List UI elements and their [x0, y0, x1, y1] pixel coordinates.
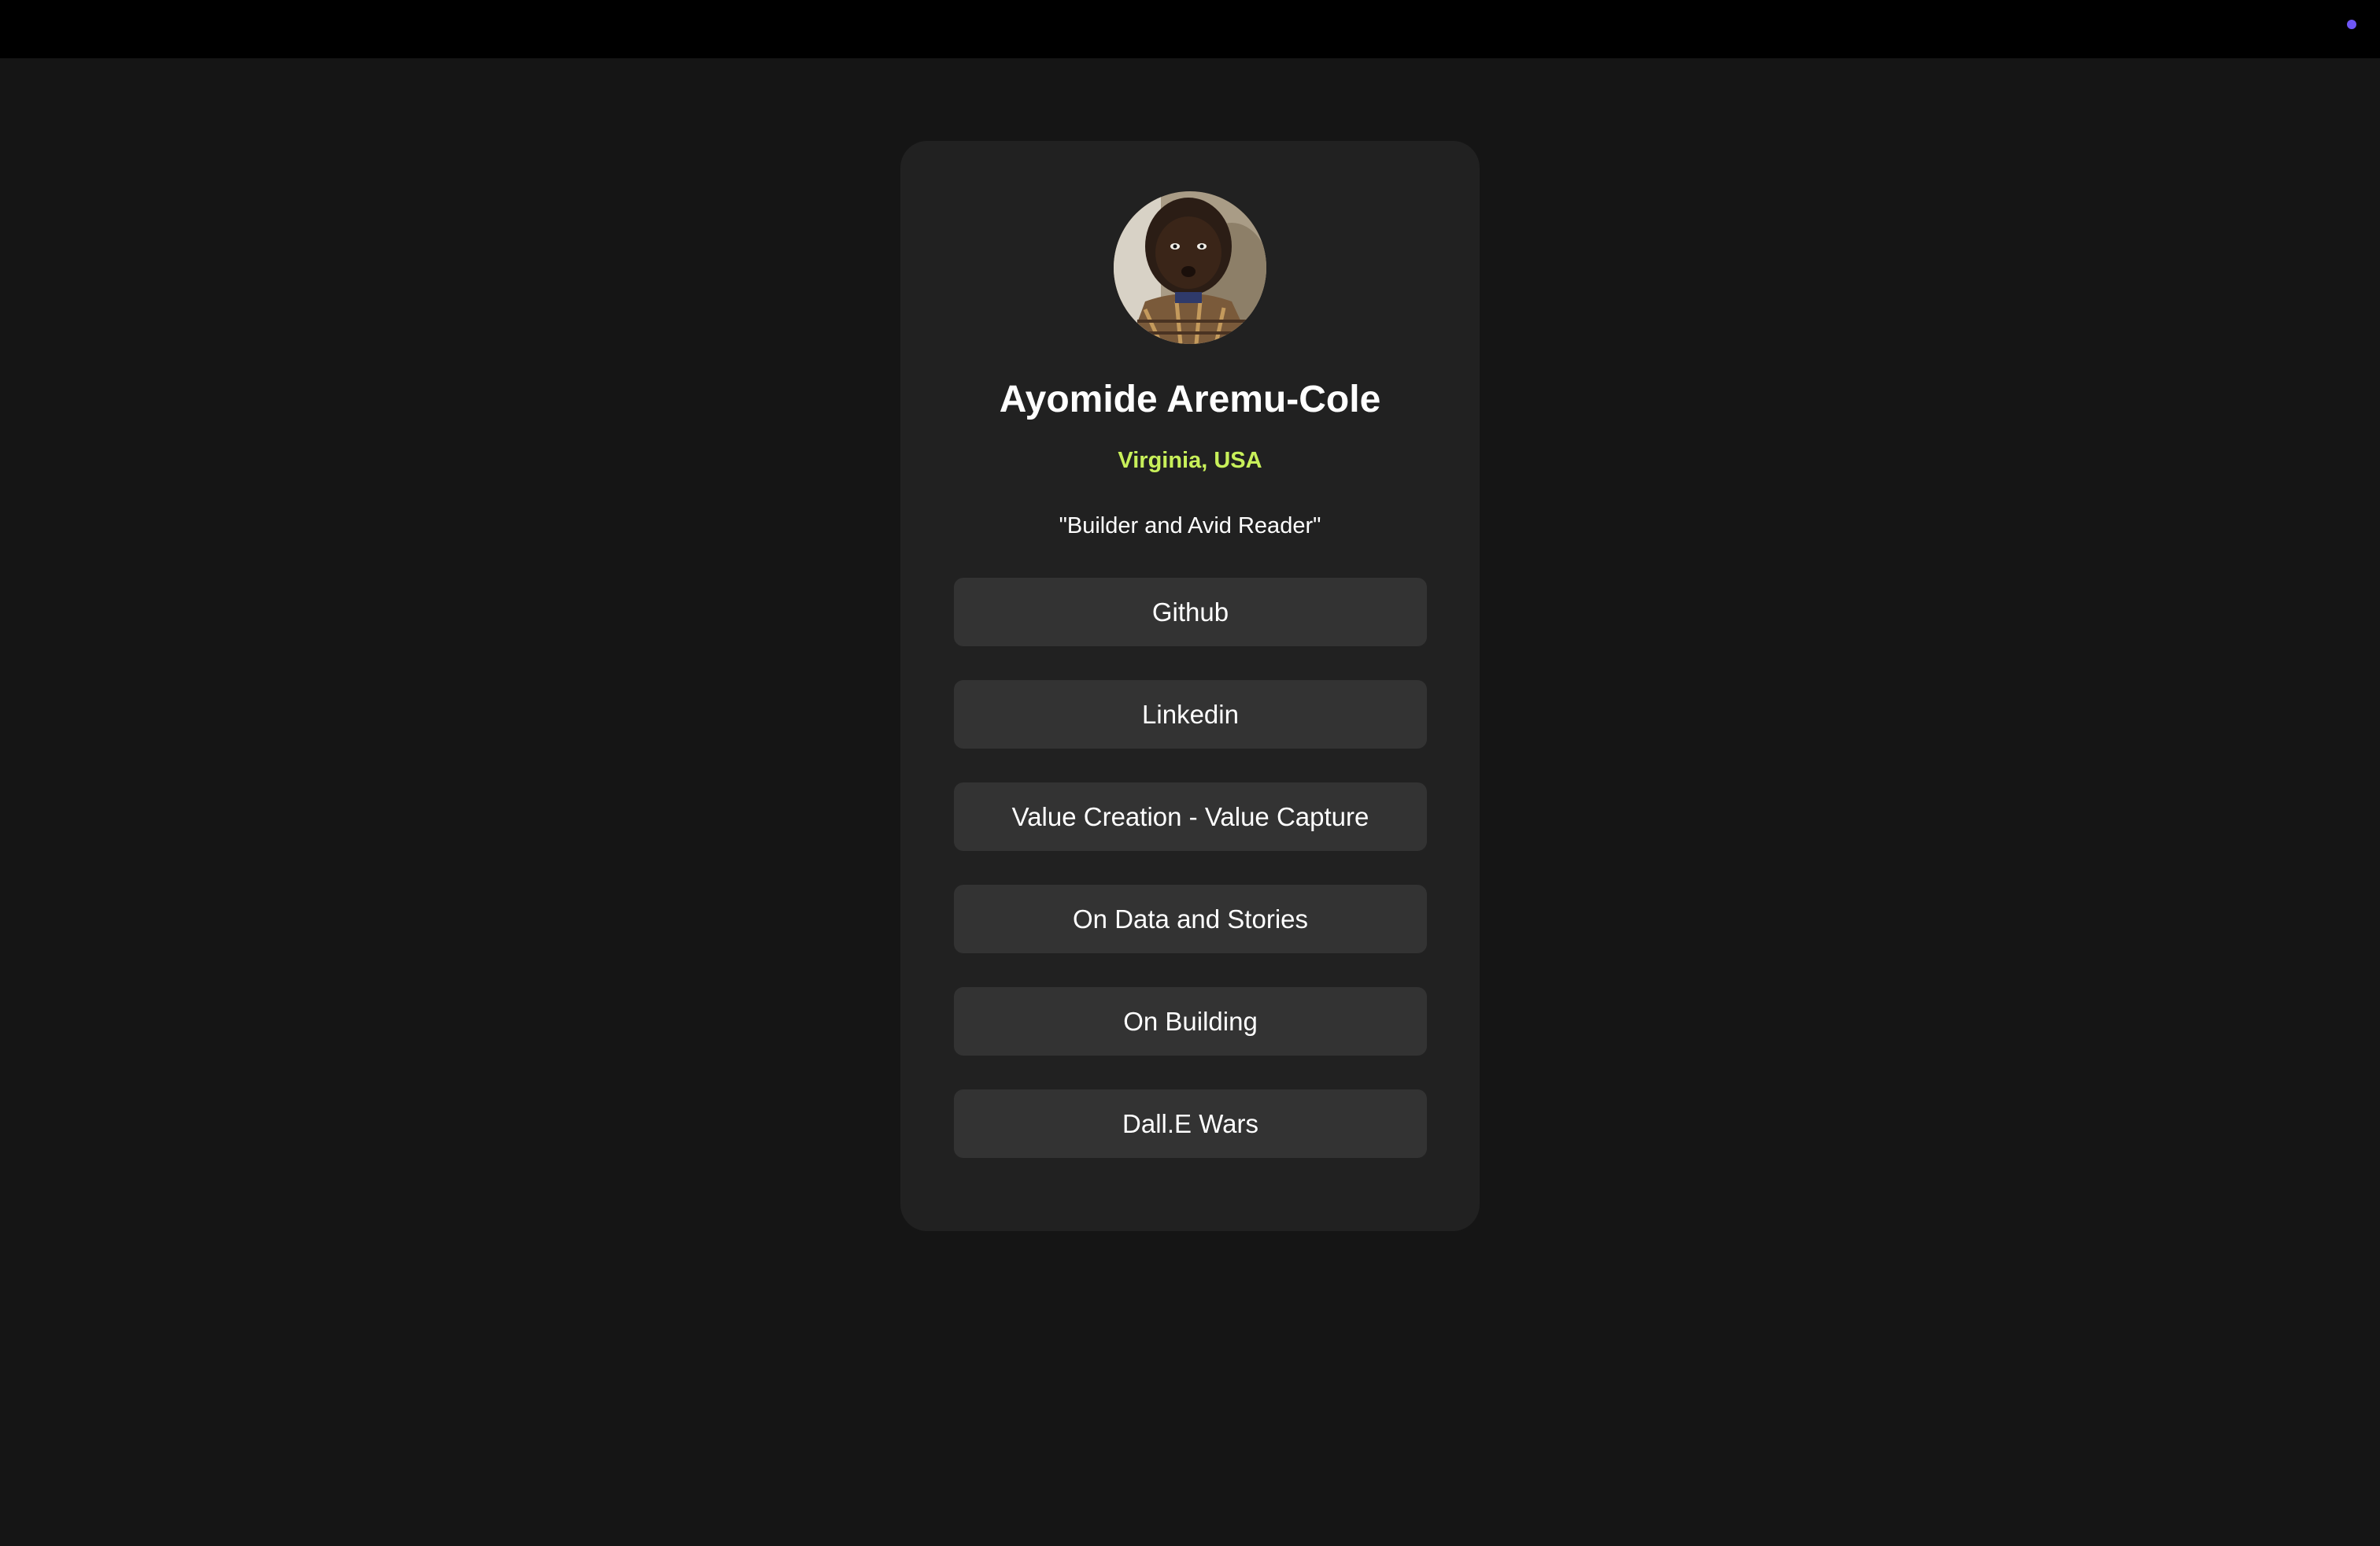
profile-card: Ayomide Aremu-Cole Virginia, USA "Builde… — [900, 141, 1480, 1231]
avatar — [1114, 191, 1266, 344]
link-button-dalle-wars[interactable]: Dall.E Wars — [954, 1089, 1427, 1158]
profile-tagline: "Builder and Avid Reader" — [1059, 513, 1321, 538]
top-bar — [0, 0, 2380, 58]
status-dot-icon — [2347, 20, 2356, 29]
link-button-data-and-stories[interactable]: On Data and Stories — [954, 885, 1427, 953]
link-button-on-building[interactable]: On Building — [954, 987, 1427, 1056]
profile-name: Ayomide Aremu-Cole — [999, 379, 1381, 420]
link-button-linkedin[interactable]: Linkedin — [954, 680, 1427, 749]
link-list: Github Linkedin Value Creation - Value C… — [954, 578, 1427, 1192]
link-button-value-creation[interactable]: Value Creation - Value Capture — [954, 782, 1427, 851]
profile-location: Virginia, USA — [1118, 448, 1262, 473]
avatar-photo — [1114, 191, 1266, 344]
link-button-github[interactable]: Github — [954, 578, 1427, 646]
